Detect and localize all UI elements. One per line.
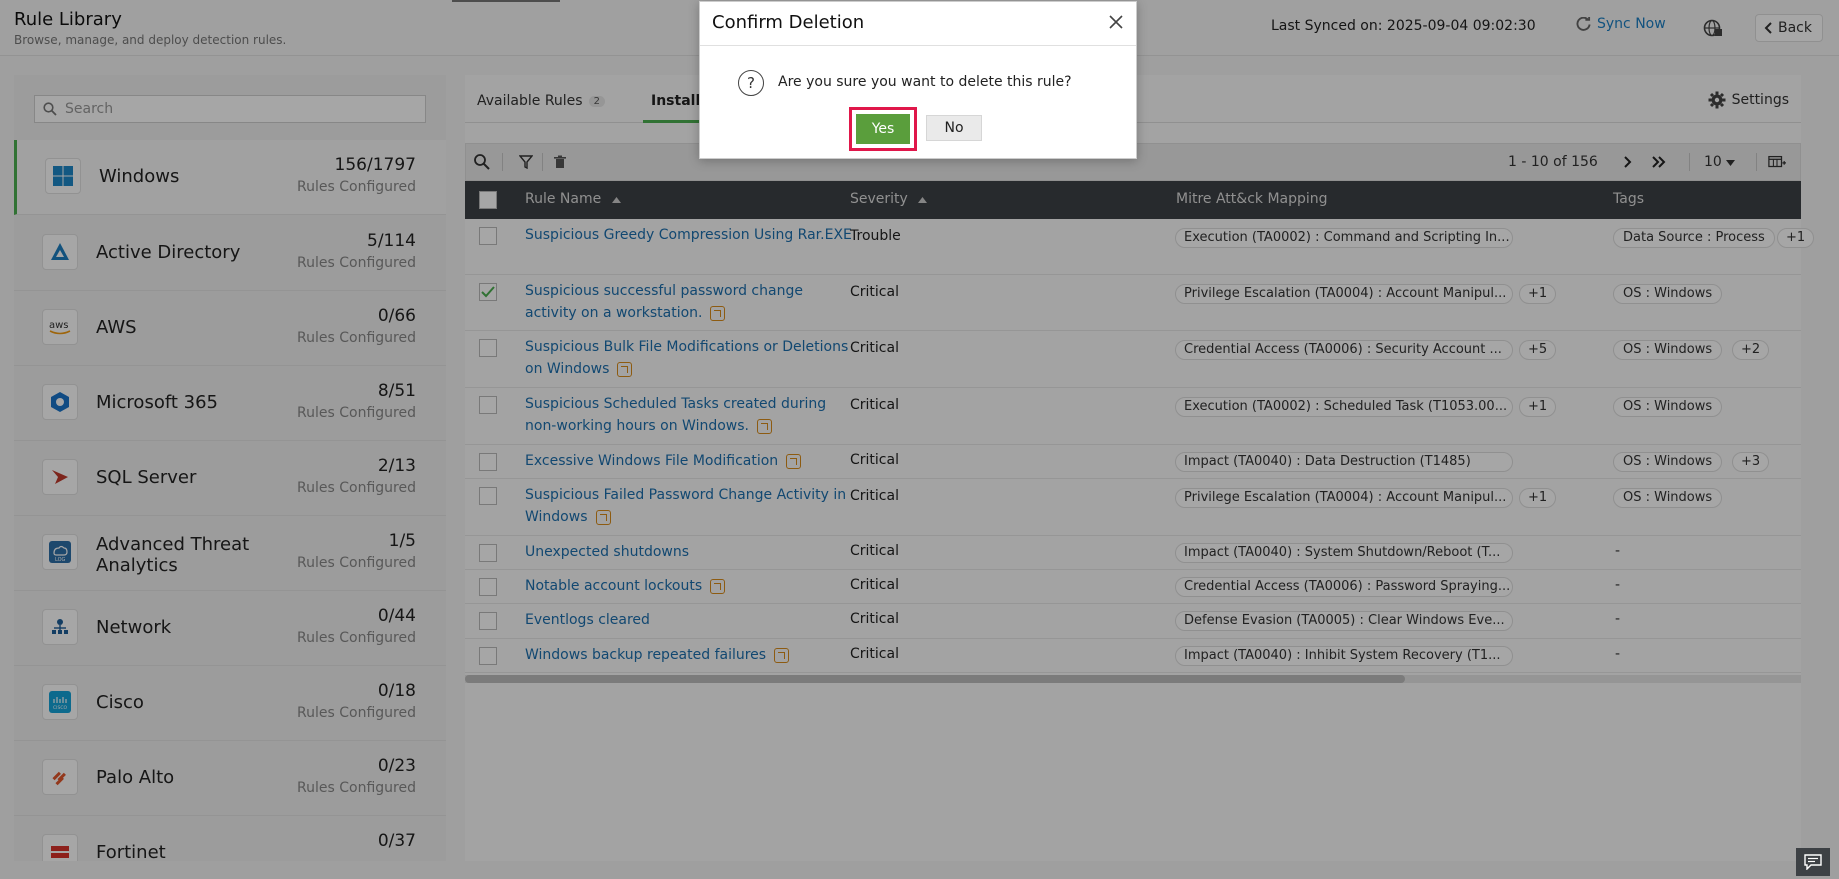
no-button[interactable]: No: [926, 115, 982, 141]
dialog-divider: [700, 45, 1136, 46]
chat-icon[interactable]: [1796, 848, 1830, 876]
dialog-message: Are you sure you want to delete this rul…: [778, 74, 1072, 90]
yes-button[interactable]: Yes: [856, 114, 910, 144]
confirm-deletion-dialog: Confirm Deletion ? Are you sure you want…: [699, 1, 1137, 159]
yes-button-highlight: Yes: [849, 107, 917, 151]
dialog-title: Confirm Deletion: [712, 12, 865, 33]
close-icon[interactable]: [1108, 14, 1124, 30]
question-icon: ?: [738, 70, 764, 96]
